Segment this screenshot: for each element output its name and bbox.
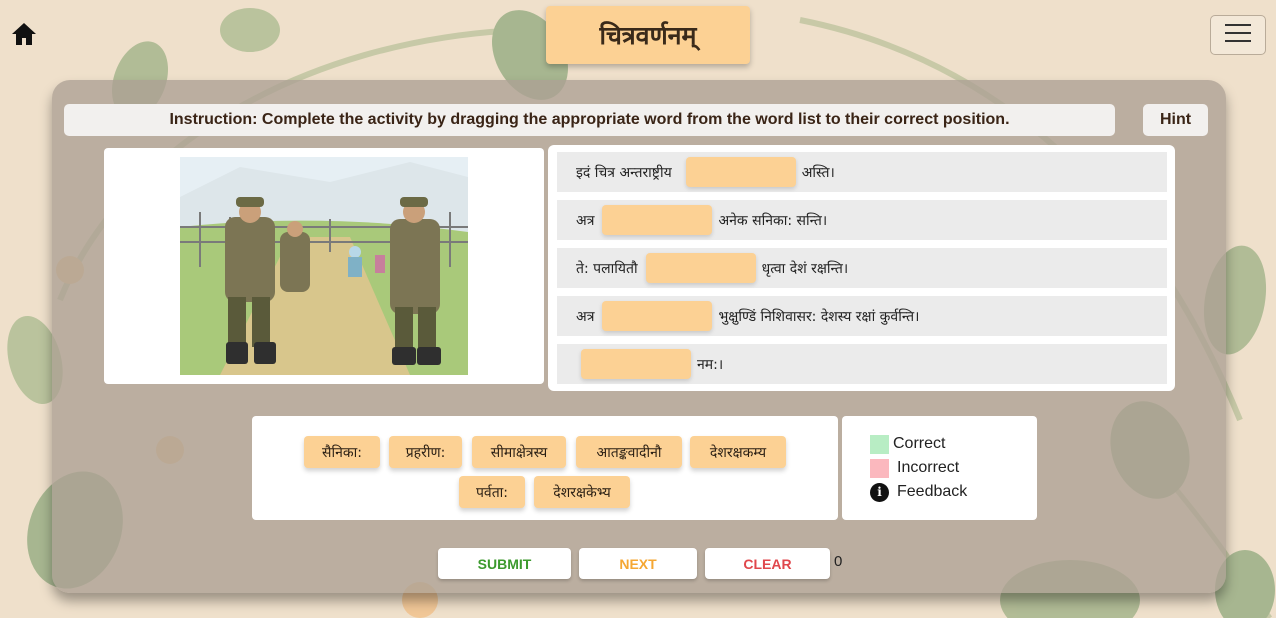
score-counter: 0: [834, 553, 843, 570]
legend-correct: Correct: [870, 434, 945, 454]
sentence-text-after: अनेक सनिका: सन्ति।: [718, 212, 828, 229]
sentence-text-before: ते: पलायितौ: [576, 260, 638, 277]
sentence-text-after: भुक्षुण्डिं निशिवासर: देशस्य रक्षां कुर्…: [718, 308, 920, 325]
next-button[interactable]: NEXT: [579, 548, 697, 579]
hint-button[interactable]: Hint: [1143, 104, 1208, 136]
sentence-text-after: अस्ति।: [801, 164, 835, 181]
clear-button[interactable]: CLEAR: [705, 548, 830, 579]
soldiers-at-border-illustration: [180, 157, 468, 375]
legend-feedback-label: Feedback: [897, 483, 968, 500]
sentence-text-before: इदं चित्र अन्तराष्ट्रीय: [576, 164, 672, 181]
legend-incorrect-label: Incorrect: [897, 459, 960, 476]
legend-feedback[interactable]: i Feedback: [870, 482, 967, 502]
correct-swatch: [870, 434, 889, 454]
drop-slot-5[interactable]: [581, 349, 691, 379]
word-list: सैनिका: प्रहरीण: सीमाक्षेत्रस्य आतङ्कवाद…: [252, 416, 838, 520]
word-chip[interactable]: देशरक्षकेभ्य: [534, 476, 630, 508]
info-icon: i: [870, 482, 889, 502]
home-button[interactable]: [8, 20, 40, 52]
legend-incorrect: Incorrect: [870, 458, 959, 478]
drop-slot-2[interactable]: [602, 205, 713, 235]
sentence-text-after: धृत्वा देशं रक्षन्ति।: [761, 260, 849, 277]
picture-card: [104, 148, 544, 384]
sentence-text-after: नम:।: [697, 356, 724, 373]
legend-correct-label: Correct: [893, 435, 946, 452]
word-chip[interactable]: प्रहरीण:: [389, 436, 462, 468]
word-chip[interactable]: आतङ्कवादीनौ: [576, 436, 682, 468]
word-chip[interactable]: देशरक्षकम्य: [690, 436, 786, 468]
instruction-text: Instruction: Complete the activity by dr…: [64, 104, 1115, 136]
sentence-list: इदं चित्र अन्तराष्ट्रीय अस्ति। अत्र अनेक…: [548, 145, 1175, 391]
word-chip[interactable]: सीमाक्षेत्रस्य: [472, 436, 566, 468]
page-title: चित्रवर्णनम्: [546, 6, 750, 64]
word-chip[interactable]: पर्वता:: [459, 476, 525, 508]
sentence-text-before: अत्र: [576, 212, 595, 229]
sentence-row-2: अत्र अनेक सनिका: सन्ति।: [557, 200, 1167, 240]
legend: Correct Incorrect i Feedback: [842, 416, 1037, 520]
submit-button[interactable]: SUBMIT: [438, 548, 571, 579]
sentence-row-1: इदं चित्र अन्तराष्ट्रीय अस्ति।: [557, 152, 1167, 192]
incorrect-swatch: [870, 458, 889, 478]
sentence-text-before: अत्र: [576, 308, 595, 325]
sentence-row-3: ते: पलायितौ धृत्वा देशं रक्षन्ति।: [557, 248, 1167, 288]
drop-slot-1[interactable]: [685, 157, 796, 187]
hamburger-menu-icon: [1225, 23, 1251, 47]
sentence-row-4: अत्र भुक्षुण्डिं निशिवासर: देशस्य रक्षां…: [557, 296, 1167, 336]
sentence-row-5: नम:।: [557, 344, 1167, 384]
menu-button[interactable]: [1210, 15, 1266, 55]
home-icon: [11, 22, 37, 50]
word-chip[interactable]: सैनिका:: [304, 436, 380, 468]
drop-slot-4[interactable]: [602, 301, 713, 331]
drop-slot-3[interactable]: [645, 253, 756, 283]
